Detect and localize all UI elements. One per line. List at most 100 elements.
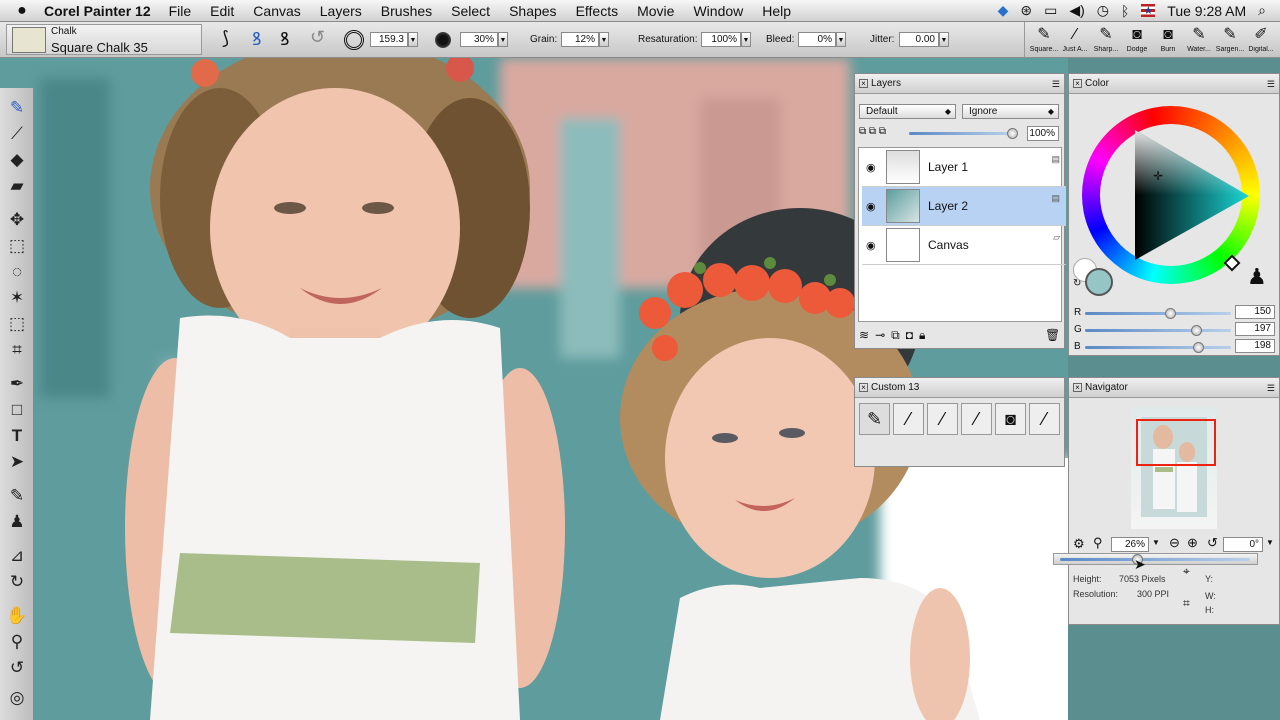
tray-brush-digital[interactable]: ✐ Digital... bbox=[1246, 24, 1276, 56]
link-icon[interactable]: ⊸ bbox=[875, 328, 891, 342]
jitter-field[interactable]: 0.00 bbox=[899, 32, 939, 47]
rotate-icon[interactable]: ↺ bbox=[1207, 535, 1218, 551]
crop-tool-icon[interactable]: ⌗ bbox=[4, 338, 30, 362]
resaturation-field[interactable]: 100% bbox=[701, 32, 741, 47]
selection-adjuster-tool-icon[interactable]: ⬚ bbox=[4, 312, 30, 336]
straight-line-stroke-icon[interactable]: ꝸ bbox=[280, 27, 289, 51]
b-value-field[interactable]: 198 bbox=[1235, 339, 1275, 353]
zoom-field[interactable]: 26% bbox=[1111, 537, 1149, 552]
color-swatch-icon[interactable]: ◎ bbox=[4, 686, 30, 710]
text-tool-icon[interactable]: T bbox=[4, 424, 30, 448]
brush-selector[interactable]: Chalk Square Chalk 35 bbox=[6, 24, 202, 55]
zoom-out-icon[interactable]: ⊖ bbox=[1169, 535, 1180, 551]
sync-icon[interactable]: ⊛ bbox=[1020, 2, 1032, 19]
dropbox-icon[interactable]: ◆ bbox=[998, 2, 1009, 19]
clock[interactable]: Tue 9:28 AM bbox=[1167, 3, 1246, 19]
panel-menu-icon[interactable]: ☰ bbox=[1052, 80, 1060, 89]
composite-depth-select[interactable]: Ignore ◆ bbox=[962, 104, 1059, 119]
swap-colors-icon[interactable]: ↻ bbox=[1073, 278, 1081, 289]
zoom-slider[interactable] bbox=[1060, 558, 1250, 561]
composite-method-select[interactable]: Default ◆ bbox=[859, 104, 956, 119]
panel-menu-icon[interactable]: ☰ bbox=[1267, 384, 1275, 393]
magnifier-tool-icon[interactable]: ⚲ bbox=[4, 630, 30, 654]
eye-icon[interactable]: ◉ bbox=[866, 161, 876, 174]
volume-icon[interactable]: ◀) bbox=[1069, 2, 1084, 19]
r-slider-knob[interactable] bbox=[1165, 308, 1177, 319]
shape-selection-tool-icon[interactable]: ➤ bbox=[4, 450, 30, 474]
g-slider-knob[interactable] bbox=[1191, 325, 1203, 336]
tray-brush-sargent[interactable]: ✎ Sargen... bbox=[1215, 24, 1245, 56]
dropper-tool-icon[interactable]: ⟋ bbox=[4, 122, 30, 146]
time-machine-icon[interactable]: ◷ bbox=[1097, 2, 1109, 19]
grain-dropdown[interactable]: ▼ bbox=[599, 32, 609, 47]
close-icon[interactable]: × bbox=[859, 79, 868, 88]
eye-icon[interactable]: ◉ bbox=[866, 200, 876, 213]
bleed-field[interactable]: 0% bbox=[798, 32, 836, 47]
tray-brush-square-chalk[interactable]: ✎ Square... bbox=[1029, 24, 1059, 56]
cloner-tool-icon[interactable]: ✎ bbox=[4, 484, 30, 508]
paint-bucket-tool-icon[interactable]: ◆ bbox=[4, 148, 30, 172]
opacity-dropdown[interactable]: ▼ bbox=[498, 32, 508, 47]
trash-icon[interactable]: 🗑︎ bbox=[1045, 328, 1060, 342]
blender-brush-icon[interactable]: ⁄ bbox=[961, 403, 992, 435]
tray-brush-water[interactable]: ✎ Water... bbox=[1184, 24, 1214, 56]
tray-brush-burn[interactable]: ◙ Burn bbox=[1153, 24, 1183, 56]
spotlight-icon[interactable]: ⌕ bbox=[1258, 2, 1266, 19]
jitter-dropdown[interactable]: ▼ bbox=[939, 32, 949, 47]
blender-brush-icon[interactable]: ⁄ bbox=[893, 403, 924, 435]
rotate-page-tool-icon[interactable]: ↺ bbox=[4, 656, 30, 680]
rectangular-selection-tool-icon[interactable]: ⬚ bbox=[4, 234, 30, 258]
pen-tool-icon[interactable]: ✒ bbox=[4, 372, 30, 396]
g-value-field[interactable]: 197 bbox=[1235, 322, 1275, 336]
color-picker-marker[interactable]: ✛ bbox=[1153, 169, 1163, 183]
menu-effects[interactable]: Effects bbox=[576, 3, 619, 19]
freehand-stroke-icon[interactable]: ꝸ bbox=[252, 27, 261, 51]
bluetooth-icon[interactable]: ᛒ bbox=[1121, 3, 1129, 19]
rectangle-shape-tool-icon[interactable]: □ bbox=[4, 398, 30, 422]
close-icon[interactable]: × bbox=[1073, 383, 1082, 392]
layer-opacity-field[interactable]: 100% bbox=[1027, 126, 1059, 141]
navigator-view-rect[interactable] bbox=[1136, 419, 1216, 466]
menu-help[interactable]: Help bbox=[762, 3, 791, 19]
b-slider[interactable] bbox=[1085, 346, 1231, 349]
clone-color-stamp-icon[interactable]: ♟ bbox=[1247, 264, 1267, 290]
chalk-brush-icon[interactable]: ✎ bbox=[859, 403, 890, 435]
navigator-settings-icon[interactable]: ⚙ bbox=[1073, 536, 1085, 552]
menu-window[interactable]: Window bbox=[693, 3, 743, 19]
main-color-swatch[interactable] bbox=[1085, 268, 1113, 296]
camera-icon[interactable]: ◙ bbox=[995, 403, 1026, 435]
flag-icon[interactable]: ★ bbox=[1141, 4, 1156, 17]
layer-row[interactable]: ◉ Layer 1 ▤ bbox=[862, 148, 1066, 187]
display-icon[interactable]: ▭ bbox=[1044, 2, 1057, 19]
bleed-dropdown[interactable]: ▼ bbox=[836, 32, 846, 47]
apple-menu-icon[interactable]: ● bbox=[0, 2, 44, 20]
lasso-tool-icon[interactable]: ◌ bbox=[4, 260, 30, 284]
r-value-field[interactable]: 150 bbox=[1235, 305, 1275, 319]
mirror-tool-icon[interactable]: ↻ bbox=[4, 570, 30, 594]
layer-row[interactable]: ◉ Canvas ▱ bbox=[862, 226, 1066, 265]
dodge-tool-icon[interactable]: ⊿ bbox=[4, 544, 30, 568]
eye-icon[interactable]: ◉ bbox=[866, 239, 876, 252]
mask-icon[interactable]: ◘ bbox=[906, 328, 919, 342]
menu-select[interactable]: Select bbox=[451, 3, 490, 19]
blender-brush-icon[interactable]: ⁄ bbox=[927, 403, 958, 435]
stroke-type-icon[interactable]: ⟆ bbox=[222, 28, 229, 49]
b-slider-knob[interactable] bbox=[1192, 342, 1204, 353]
opacity-field[interactable]: 30% bbox=[460, 32, 498, 47]
menu-movie[interactable]: Movie bbox=[637, 3, 674, 19]
layer-adjuster-tool-icon[interactable]: ✥ bbox=[4, 208, 30, 232]
layer-stack-icon[interactable]: ≋ bbox=[859, 328, 875, 342]
eraser-tool-icon[interactable]: ▰ bbox=[4, 174, 30, 198]
menu-layers[interactable]: Layers bbox=[320, 3, 362, 19]
brush-tool-icon[interactable]: ✎ bbox=[4, 96, 30, 120]
tray-brush-just-add[interactable]: ⁄ Just A... bbox=[1060, 24, 1090, 56]
zoom-dropdown-icon[interactable]: ▼ bbox=[1152, 538, 1160, 547]
resaturation-dropdown[interactable]: ▼ bbox=[741, 32, 751, 47]
size-dropdown[interactable]: ▼ bbox=[408, 32, 418, 47]
layer-row-selected[interactable]: ◉ Layer 2 ▤ bbox=[862, 187, 1066, 226]
grabber-hand-tool-icon[interactable]: ✋ bbox=[4, 604, 30, 628]
g-slider[interactable] bbox=[1085, 329, 1231, 332]
rotation-dropdown-icon[interactable]: ▼ bbox=[1266, 538, 1274, 547]
menu-edit[interactable]: Edit bbox=[210, 3, 234, 19]
r-slider[interactable] bbox=[1085, 312, 1231, 315]
